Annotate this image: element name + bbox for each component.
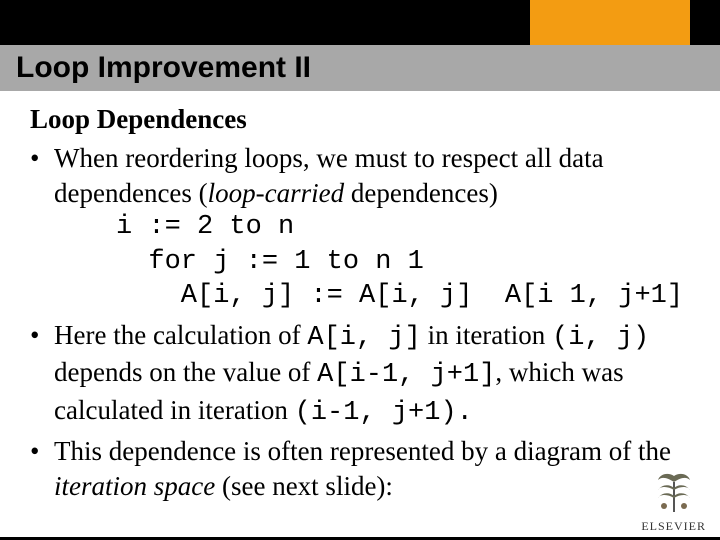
code-line-1: i := 2 to n xyxy=(116,212,294,242)
bullet-3: This dependence is often represented by … xyxy=(30,434,690,503)
top-orange-accent xyxy=(530,0,690,45)
bullet-3-post: (see next slide): xyxy=(215,471,393,501)
bullet-2: Here the calculation of A[i, j] in itera… xyxy=(30,318,690,431)
b2p7: (i-1, j+1). xyxy=(295,398,473,428)
bullet-3-italic: iteration space xyxy=(54,471,215,501)
publisher-name: ELSEVIER xyxy=(641,519,706,534)
b2p3: (i, j) xyxy=(552,323,649,353)
slide-title: Loop Improvement II xyxy=(16,51,311,85)
code-block: i := 2 to n for j := 1 to n 1 A[i, j] :=… xyxy=(116,210,690,314)
b2p5: A[i-1, j+1] xyxy=(317,360,495,390)
bullet-3-pre: This dependence is often represented by … xyxy=(54,436,671,466)
b2p4: depends on the value of xyxy=(54,357,317,387)
bullet-1-post: dependences) xyxy=(344,178,498,208)
code-line-3: A[i, j] := A[i, j] A[i 1, j+1] xyxy=(116,281,683,311)
bullet-1: When reordering loops, we must to respec… xyxy=(30,141,690,314)
bullet-list: When reordering loops, we must to respec… xyxy=(30,141,690,503)
b2p1: A[i, j] xyxy=(307,323,420,353)
b2p0: Here the calculation of xyxy=(54,320,307,350)
b2p2: in iteration xyxy=(421,320,552,350)
section-heading: Loop Dependences xyxy=(30,104,690,135)
bullet-1-italic: loop-carried xyxy=(208,178,344,208)
content-area: Loop Dependences When reordering loops, … xyxy=(30,104,690,507)
publisher-logo: ELSEVIER xyxy=(641,468,706,534)
title-bar: Loop Improvement II xyxy=(0,45,720,91)
tree-icon xyxy=(650,468,698,512)
code-line-2: for j := 1 to n 1 xyxy=(116,247,424,277)
